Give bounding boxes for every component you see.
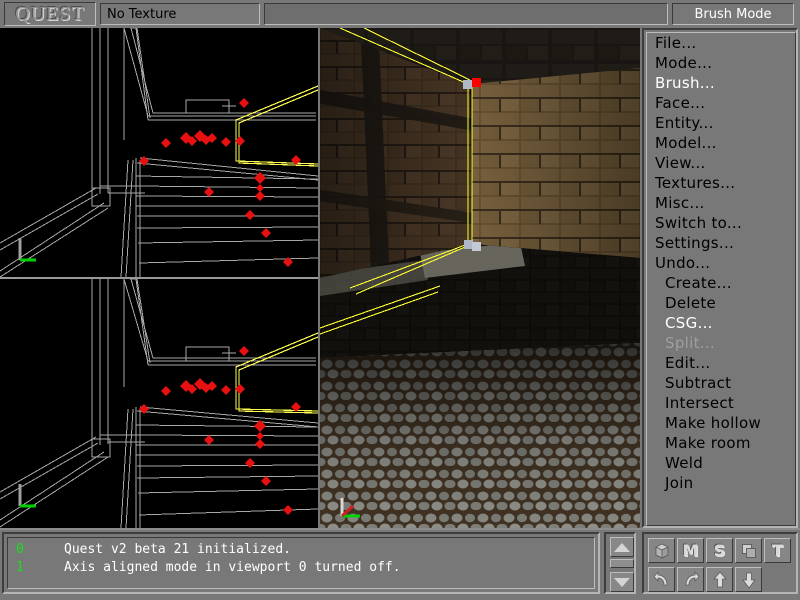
console-scrollbar[interactable]	[604, 532, 636, 594]
toolbar-button-redo-arrow[interactable]	[677, 567, 704, 592]
menu-item-undo[interactable]: Undo...	[647, 253, 795, 273]
menu-item-model[interactable]: Model...	[647, 133, 795, 153]
menu-item-make-room[interactable]: Make room	[647, 433, 795, 453]
redo-arrow-icon	[682, 571, 700, 589]
wireframe-scene-1	[0, 279, 318, 528]
info-field	[264, 3, 668, 25]
quest-editor-window: QUEST No Texture Brush Mode	[0, 0, 800, 600]
title-bar: QUEST No Texture Brush Mode	[0, 0, 800, 28]
menu-item-join[interactable]: Join	[647, 473, 795, 493]
current-texture-field[interactable]: No Texture	[100, 3, 260, 25]
menu-item-delete[interactable]: Delete	[647, 293, 795, 313]
toolbar-button-overlapping-squares[interactable]	[735, 538, 762, 563]
menu-item-mode[interactable]: Mode...	[647, 53, 795, 73]
undo-arrow-icon	[653, 571, 671, 589]
editor-mode-indicator[interactable]: Brush Mode	[672, 3, 794, 25]
menu-item-edit[interactable]: Edit...	[647, 353, 795, 373]
quest-logo: QUEST	[4, 2, 96, 26]
menu-item-misc[interactable]: Misc...	[647, 193, 795, 213]
menu-item-split: Split...	[647, 333, 795, 353]
letter-t-icon: T	[772, 543, 783, 559]
wireframe-viewport-1[interactable]	[0, 279, 318, 528]
wireframe-scene-0	[0, 28, 318, 277]
arrow-up-icon	[711, 571, 729, 589]
console-line: 0Quest v2 beta 21 initialized.	[12, 541, 594, 559]
overlapping-squares-icon	[740, 542, 758, 560]
command-menu-list: File...Mode...Brush...Face...Entity...Mo…	[646, 32, 796, 526]
toolbar-button-letter-s[interactable]: S	[706, 538, 733, 563]
menu-item-subtract[interactable]: Subtract	[647, 373, 795, 393]
menu-item-file[interactable]: File...	[647, 33, 795, 53]
menu-item-brush[interactable]: Brush...	[647, 73, 795, 93]
menu-item-textures[interactable]: Textures...	[647, 173, 795, 193]
menu-item-settings[interactable]: Settings...	[647, 233, 795, 253]
command-menu-panel: File...Mode...Brush...Face...Entity...Mo…	[642, 28, 798, 528]
menu-item-csg[interactable]: CSG...	[647, 313, 795, 333]
toolbar-button-cube[interactable]	[648, 538, 675, 563]
window-divider	[0, 528, 800, 530]
toolbar-row-history	[648, 567, 762, 592]
console-line-number: 0	[12, 541, 64, 559]
wireframe-viewport-0[interactable]	[0, 28, 318, 277]
textured-3d-scene	[320, 28, 640, 528]
scrollbar-thumb[interactable]	[610, 559, 634, 568]
bottom-toolbar: MS T	[642, 532, 798, 594]
console-line-number: 1	[12, 559, 64, 577]
console-line-message: Quest v2 beta 21 initialized.	[64, 541, 291, 559]
menu-item-intersect[interactable]: Intersect	[647, 393, 795, 413]
toolbar-button-undo-arrow[interactable]	[648, 567, 675, 592]
textured-3d-viewport[interactable]	[320, 28, 640, 528]
toolbar-button-arrow-down[interactable]	[735, 567, 762, 592]
letter-s-icon: S	[714, 543, 726, 559]
letter-m-icon: M	[683, 543, 699, 559]
menu-item-view[interactable]: View...	[647, 153, 795, 173]
cube-icon	[653, 542, 671, 560]
triangle-down-icon	[614, 578, 630, 587]
toolbar-row-primary: MS T	[648, 538, 791, 563]
menu-item-weld[interactable]: Weld	[647, 453, 795, 473]
toolbar-button-letter-m[interactable]: M	[677, 538, 704, 563]
console-line-message: Axis aligned mode in viewport 0 turned o…	[64, 559, 401, 577]
menu-item-face[interactable]: Face...	[647, 93, 795, 113]
console-line: 1Axis aligned mode in viewport 0 turned …	[12, 559, 594, 577]
toolbar-button-letter-t[interactable]: T	[764, 538, 791, 563]
scroll-down-button[interactable]	[610, 572, 634, 592]
menu-item-make-hollow[interactable]: Make hollow	[647, 413, 795, 433]
menu-item-entity[interactable]: Entity...	[647, 113, 795, 133]
toolbar-button-arrow-up[interactable]	[706, 567, 733, 592]
console-panel: 0Quest v2 beta 21 initialized.1Axis alig…	[2, 532, 600, 594]
menu-item-create[interactable]: Create...	[647, 273, 795, 293]
arrow-down-icon	[740, 571, 758, 589]
console-log[interactable]: 0Quest v2 beta 21 initialized.1Axis alig…	[7, 537, 595, 589]
scroll-up-button[interactable]	[610, 537, 634, 557]
menu-item-switch-to[interactable]: Switch to...	[647, 213, 795, 233]
triangle-up-icon	[614, 543, 630, 552]
